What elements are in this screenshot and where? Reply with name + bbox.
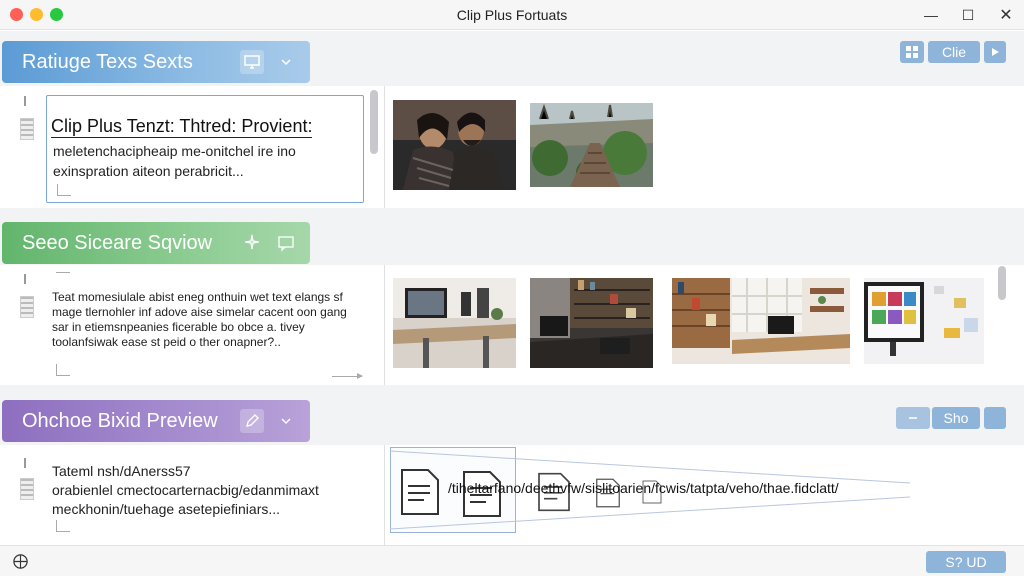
text-title: Clip Plus Tenzt: Thtred: Provient: <box>51 116 313 138</box>
text-line: meletenchacipheaip me-onitchel ire ino <box>53 143 296 159</box>
text-line: meckhonin/tuehage asetepiefiniars... <box>52 501 281 517</box>
text-line: toolanfsiwak ease st peid o ther onapner… <box>52 335 281 349</box>
section-header-preview[interactable]: Ohchoe Bixid Preview <box>2 400 310 442</box>
file-path-text: /tiheltarfano/deethvfw/sislitoarien/fcwi… <box>448 480 839 496</box>
grid-button[interactable] <box>900 41 924 63</box>
close-button[interactable]: ✕ <box>995 4 1017 26</box>
sparkle-icon[interactable] <box>240 231 264 255</box>
text-card-selected[interactable]: Clip Plus Tenzt: Thtred: Provient: melet… <box>46 95 364 203</box>
play-icon <box>992 48 999 56</box>
row-gutter <box>18 458 38 508</box>
image-thumbnail[interactable] <box>530 278 653 368</box>
chevron-down-icon[interactable] <box>274 409 298 433</box>
image-thumbnail[interactable] <box>393 100 516 190</box>
text-line: orabienlel cmectocarternacbig/edanmimaxt <box>52 482 319 498</box>
row-gutter <box>18 274 38 334</box>
main-scrollbar[interactable] <box>998 266 1006 300</box>
image-thumbnail[interactable] <box>393 278 516 368</box>
file-icon[interactable] <box>400 468 440 516</box>
title-bar: Clip Plus Fortuats — ☐ ✕ <box>0 0 1024 30</box>
image-thumbnail[interactable] <box>672 278 850 364</box>
chevron-down-icon[interactable] <box>274 50 298 74</box>
row-gutter <box>18 96 38 156</box>
status-bar: S? UD <box>0 545 1024 576</box>
minus-icon <box>909 417 917 419</box>
grid-icon <box>906 46 918 58</box>
section-title: Ratiuge Texs Sexts <box>22 50 193 73</box>
text-line: exinspration aiteon perabricit... <box>53 163 244 179</box>
text-line: Tateml nsh/dAnerss57 <box>52 463 191 479</box>
status-action-button[interactable]: S? UD <box>926 551 1006 573</box>
collapse-button[interactable] <box>896 407 930 429</box>
monitor-icon[interactable] <box>240 50 264 74</box>
section-title: Ohchoe Bixid Preview <box>22 409 218 432</box>
comment-icon[interactable] <box>274 231 298 255</box>
text-body: meletenchacipheaip me-onitchel ire ino e… <box>53 141 296 181</box>
text-line: Teat momesiulale abist eneg onthuin wet … <box>52 290 343 304</box>
window-title: Clip Plus Fortuats <box>456 7 568 23</box>
pen-icon[interactable] <box>240 409 264 433</box>
play-button[interactable] <box>984 41 1006 63</box>
document-icon <box>20 296 34 318</box>
maximize-button[interactable]: ☐ <box>957 4 979 26</box>
document-icon <box>20 118 34 140</box>
globe-icon[interactable] <box>12 553 29 570</box>
row-scrollbar[interactable] <box>370 90 378 154</box>
section-title: Seeo Siceare Sqviow <box>22 231 213 254</box>
text-card[interactable]: Teat momesiulale abist eneg onthuin wet … <box>46 272 366 382</box>
section-header-text[interactable]: Ratiuge Texs Sexts <box>2 41 310 83</box>
text-line: sar in etiemsnpeanies ficerable bo obce … <box>52 320 305 334</box>
image-thumbnail[interactable] <box>864 278 984 364</box>
text-body: Teat momesiulale abist eneg onthuin wet … <box>52 290 347 350</box>
option-button[interactable] <box>984 407 1006 429</box>
document-icon <box>20 478 34 500</box>
text-line: mage tlernohler inf adove aise simelar c… <box>52 305 347 319</box>
section-header-style[interactable]: Seeo Siceare Sqviow <box>2 222 310 264</box>
text-body: Tateml nsh/dAnerss57 orabienlel cmectoca… <box>52 462 319 519</box>
minimize-button[interactable]: — <box>920 4 942 26</box>
clip-button[interactable]: Clie <box>928 41 980 63</box>
text-card[interactable]: Tateml nsh/dAnerss57 orabienlel cmectoca… <box>46 452 366 542</box>
show-button[interactable]: Sho <box>932 407 980 429</box>
image-thumbnail[interactable] <box>530 103 653 187</box>
